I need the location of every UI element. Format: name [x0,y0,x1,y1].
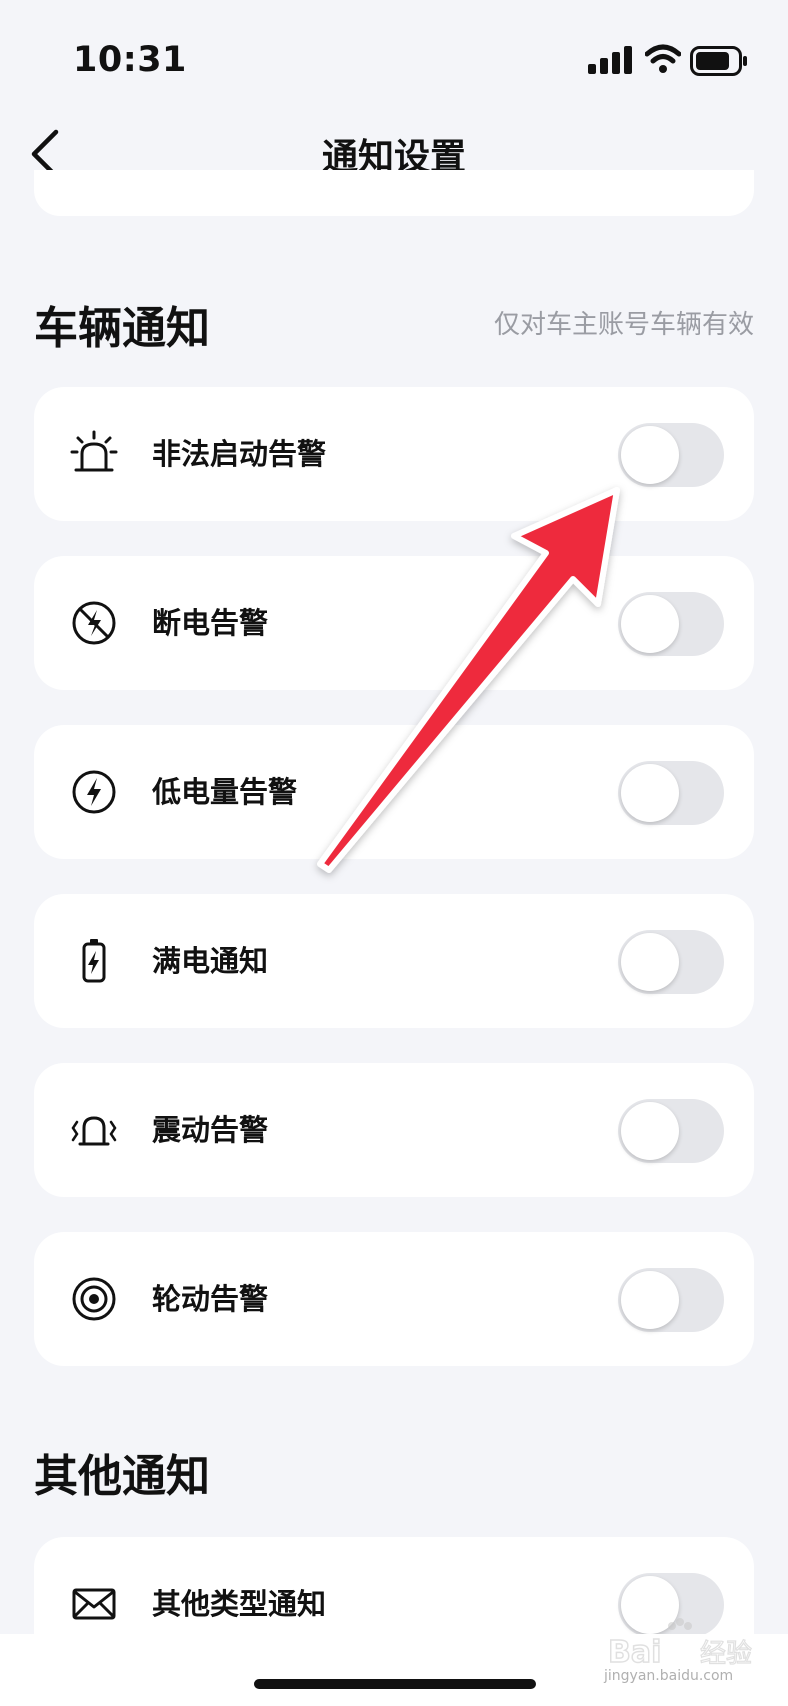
section-title-vehicle: 车辆通知 [34,303,210,354]
list-item-power-cut-alarm: 断电告警 [34,556,754,690]
vibration-alarm-toggle[interactable] [618,1099,724,1163]
toggle-knob [621,426,679,484]
section-hint-vehicle: 仅对车主账号车辆有效 [493,310,754,340]
toggle-knob [621,933,679,991]
alarm-light-icon [70,430,118,472]
toggle-knob [621,595,679,653]
list-item-label: 断电告警 [152,606,269,640]
toggle-knob [621,764,679,822]
watermark-caption: jingyan.baidu.com [604,1668,734,1684]
list-item-label: 非法启动告警 [152,437,327,471]
low-battery-alarm-toggle[interactable] [618,761,724,825]
battery-charging-icon [82,939,106,983]
status-bar: 10:31 [0,0,788,120]
list-item-label: 轮动告警 [152,1282,269,1316]
section-title-other: 其他通知 [34,1451,210,1502]
toggle-knob [621,1102,679,1160]
svg-text:Bai: Bai [608,1635,661,1670]
list-item-illegal-start-alarm: 非法启动告警 [34,387,754,521]
vibration-alarm-icon [71,1116,117,1146]
list-item-label: 满电通知 [152,944,269,978]
status-time: 10:31 [73,40,187,80]
power-cut-alarm-toggle[interactable] [618,592,724,656]
baidu-watermark-logo: Bai 经验 [607,1618,753,1671]
power-off-icon [72,601,116,645]
low-battery-bolt-icon [72,770,116,814]
svg-text:经验: 经验 [700,1639,752,1669]
list-item-label: 其他类型通知 [152,1587,327,1621]
cellular-signal-icon [588,46,632,74]
illegal-start-alarm-toggle[interactable] [618,423,724,487]
full-charge-notice-toggle[interactable] [618,930,724,994]
list-item-label: 低电量告警 [152,775,298,809]
list-item-label: 震动告警 [152,1113,269,1147]
wheel-target-icon [72,1277,116,1321]
mail-icon [72,1588,116,1620]
list-item-low-battery-alarm: 低电量告警 [34,725,754,859]
wifi-icon [645,44,681,73]
home-indicator[interactable] [254,1679,536,1689]
previous-card-edge [34,170,754,216]
list-item-vibration-alarm: 震动告警 [34,1063,754,1197]
list-item-full-charge-notice: 满电通知 [34,894,754,1028]
wheel-alarm-toggle[interactable] [618,1268,724,1332]
battery-icon [690,46,747,76]
toggle-knob [621,1271,679,1329]
list-item-wheel-alarm: 轮动告警 [34,1232,754,1366]
